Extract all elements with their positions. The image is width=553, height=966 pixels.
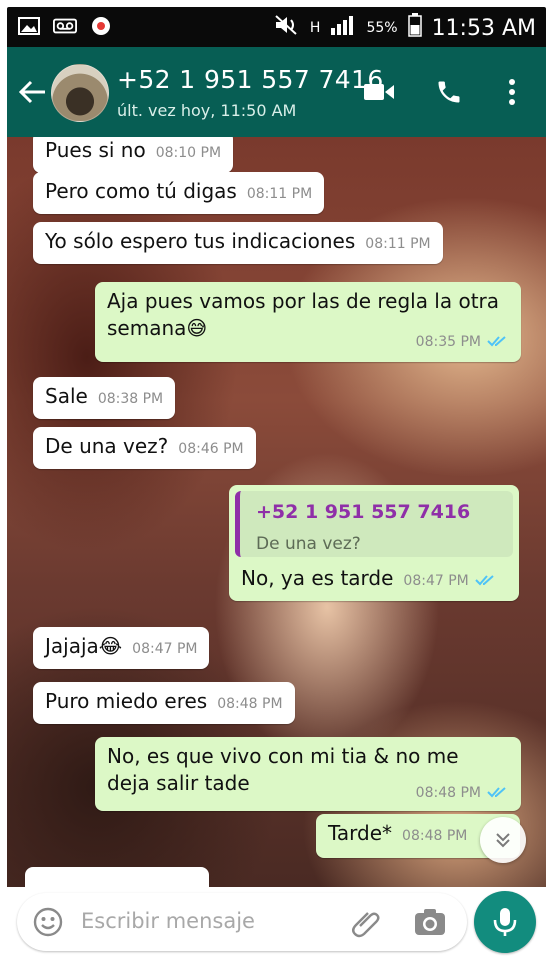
message-time: 08:10 PM: [155, 145, 222, 161]
message-text: Sale: [45, 384, 88, 408]
message-input[interactable]: Escribir mensaje: [81, 909, 255, 933]
double-chevron-down-icon: [496, 833, 510, 848]
message-text: Tarde*: [328, 821, 393, 845]
message-time: 08:48 PM: [402, 828, 468, 844]
read-ticks-icon: [475, 574, 494, 585]
video-call-icon[interactable]: [362, 77, 396, 107]
image-icon: [17, 15, 41, 37]
scroll-to-bottom-button[interactable]: [480, 817, 526, 863]
message-time: 08:48 PM: [217, 696, 283, 712]
message-incoming[interactable]: Puro miedo eres 08:48 PM: [33, 682, 295, 724]
message-time: 08:38 PM: [97, 391, 164, 407]
battery-icon: [407, 13, 422, 43]
message-incoming[interactable]: Pues si no 08:10 PM: [33, 137, 234, 173]
message-incoming-partial[interactable]: [25, 867, 209, 887]
quoted-sender: +52 1 951 557 7416: [256, 501, 471, 523]
battery-percent: 55%: [366, 20, 398, 36]
voicemail-icon: [53, 15, 77, 37]
more-options-icon[interactable]: [497, 77, 527, 107]
message-time: 08:46 PM: [178, 441, 244, 457]
message-text: Yo sólo espero tus indicaciones: [45, 229, 356, 253]
message-incoming[interactable]: Jajaja😂 08:47 PM: [33, 627, 210, 669]
message-text: Jajaja😂: [45, 634, 123, 658]
contact-avatar[interactable]: [51, 64, 109, 122]
message-time: 08:11 PM: [365, 236, 431, 252]
message-outgoing[interactable]: No, es que vivo con mi tia & no me deja …: [95, 737, 521, 811]
voice-message-button[interactable]: [474, 891, 536, 953]
back-arrow-icon[interactable]: [15, 76, 49, 108]
quoted-message[interactable]: +52 1 951 557 7416 De una vez?: [235, 491, 513, 557]
status-left-icons: [17, 15, 113, 37]
mute-icon: [274, 14, 300, 42]
emoji-icon[interactable]: [33, 907, 63, 937]
microphone-icon: [493, 908, 517, 936]
message-incoming[interactable]: Yo sólo espero tus indicaciones 08:11 PM: [33, 222, 443, 264]
message-text: No, ya es tarde: [241, 566, 394, 590]
message-incoming[interactable]: Pero como tú digas 08:11 PM: [33, 172, 325, 214]
message-time: 08:47 PM: [132, 641, 198, 657]
message-incoming[interactable]: Sale 08:38 PM: [33, 377, 176, 419]
message-outgoing[interactable]: Aja pues vamos por las de regla la otra …: [95, 282, 521, 362]
message-text-line: Aja pues vamos por las de regla la otra: [107, 289, 500, 313]
camera-icon[interactable]: [413, 906, 447, 938]
notification-icon: [89, 15, 113, 37]
network-type: H: [309, 20, 321, 36]
phone-screen: H 55% 11:53 AM +52 1 951 557 7416 últ. v…: [7, 7, 546, 959]
message-text: Pero como tú digas: [45, 179, 237, 203]
signal-icon: [330, 14, 356, 42]
chat-header: +52 1 951 557 7416 últ. vez hoy, 11:50 A…: [7, 47, 546, 137]
phone-call-icon[interactable]: [432, 77, 466, 107]
message-time: 08:35 PM: [415, 334, 481, 350]
last-seen-status: últ. vez hoy, 11:50 AM: [117, 101, 297, 120]
status-right: H 55% 11:53 AM: [274, 13, 536, 43]
read-ticks-icon: [487, 786, 506, 797]
attach-icon[interactable]: [350, 906, 382, 938]
message-outgoing-reply[interactable]: +52 1 951 557 7416 De una vez? No, ya es…: [229, 485, 519, 601]
contact-name[interactable]: +52 1 951 557 7416: [117, 65, 384, 94]
clock: 11:53 AM: [431, 15, 536, 41]
message-text-line: No, es que vivo con mi tia & no me: [107, 744, 459, 768]
message-text: De una vez?: [45, 434, 169, 458]
quoted-text: De una vez?: [256, 534, 361, 554]
read-ticks-icon: [487, 335, 506, 346]
chat-area[interactable]: Pues si no 08:10 PM Pero como tú digas 08:…: [7, 137, 546, 887]
message-text: Pues si no: [45, 138, 146, 162]
message-time: 08:11 PM: [246, 186, 313, 202]
message-composer[interactable]: Escribir mensaje: [17, 893, 467, 951]
message-time: 08:47 PM: [403, 573, 469, 589]
status-bar: H 55% 11:53 AM: [7, 7, 546, 47]
message-incoming[interactable]: De una vez? 08:46 PM: [33, 427, 256, 469]
message-time: 08:48 PM: [415, 785, 481, 801]
message-text: Puro miedo eres: [45, 689, 208, 713]
